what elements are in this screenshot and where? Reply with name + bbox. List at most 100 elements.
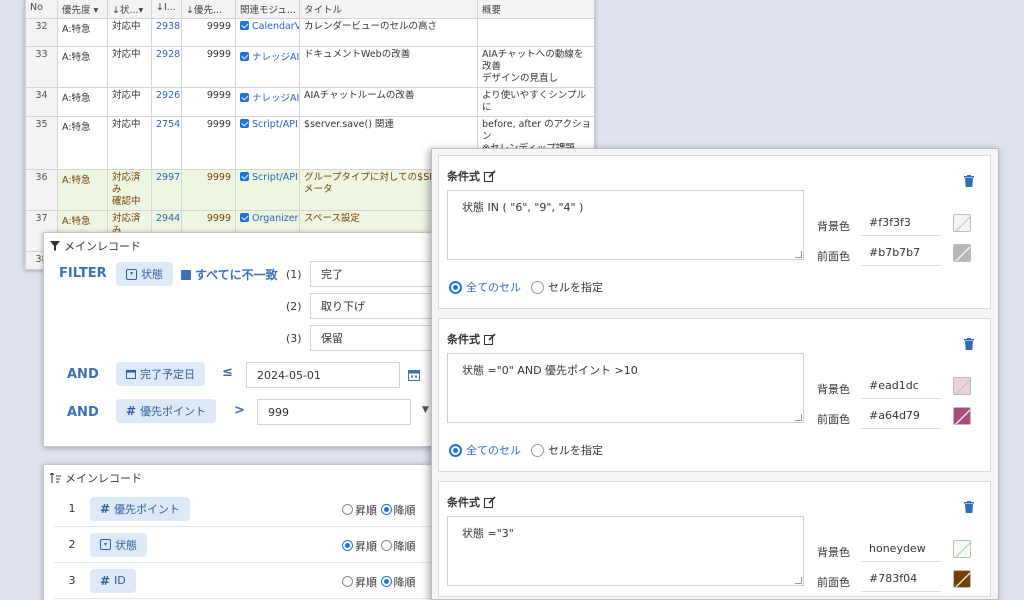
cell-id[interactable]: 2926 bbox=[151, 87, 182, 117]
filter-mode[interactable]: すべてに不一致 bbox=[181, 266, 278, 283]
edit-icon[interactable] bbox=[484, 170, 496, 182]
specify-cells-option[interactable]: セルを指定 bbox=[531, 442, 603, 458]
foreground-color-swatch[interactable] bbox=[953, 570, 971, 588]
cell-points[interactable]: 9999 bbox=[181, 169, 236, 211]
cell-status[interactable]: 対応中 bbox=[107, 116, 152, 170]
column-header-summary[interactable]: 概要 bbox=[477, 0, 594, 19]
cell-id[interactable]: 2928 bbox=[151, 46, 182, 88]
background-color-swatch[interactable] bbox=[953, 214, 971, 232]
all-cells-option[interactable]: 全てのセル bbox=[449, 279, 521, 295]
operator-lte[interactable]: ≤ bbox=[222, 365, 233, 380]
edit-icon[interactable] bbox=[484, 333, 496, 345]
sort-field[interactable]: ▾ 状態 bbox=[90, 532, 147, 557]
resize-handle-icon[interactable] bbox=[795, 577, 802, 584]
cell-priority[interactable]: A:特急 bbox=[57, 169, 108, 211]
sort-asc-option[interactable]: 昇順 bbox=[342, 576, 377, 589]
filter-field-priority-points[interactable]: # 優先ポイント bbox=[116, 399, 217, 423]
cell-status[interactable]: 対応済み 確認中 bbox=[107, 169, 152, 211]
sort-asc-option[interactable]: 昇順 bbox=[342, 540, 377, 553]
due-date-input[interactable]: 2024-05-01 bbox=[246, 362, 400, 388]
cell-summary[interactable]: より使いやすくシンプルに bbox=[477, 87, 594, 117]
trash-icon[interactable] bbox=[964, 175, 974, 187]
diagonal-icon bbox=[955, 246, 970, 261]
background-color-input[interactable]: honeydew bbox=[861, 536, 941, 562]
cell-status[interactable]: 対応中 bbox=[107, 18, 152, 47]
cell-id[interactable]: 2997 bbox=[151, 169, 182, 211]
cell-priority[interactable]: A:特急 bbox=[57, 87, 108, 117]
condition-expression-input[interactable]: 状態 IN ( "6", "9", "4" ) bbox=[447, 190, 804, 260]
cell-points[interactable]: 9999 bbox=[181, 46, 236, 88]
specify-cells-option[interactable]: セルを指定 bbox=[531, 279, 603, 295]
all-cells-option[interactable]: 全てのセル bbox=[449, 442, 521, 458]
resize-handle-icon[interactable] bbox=[795, 251, 802, 258]
cell-title[interactable]: AIAチャットルームの改善 bbox=[299, 87, 478, 117]
column-header-status[interactable]: ↓状...▾ bbox=[107, 0, 152, 19]
radio-icon bbox=[380, 540, 392, 551]
sort-order-group: 昇順 降順 bbox=[342, 502, 416, 518]
condition-expression-input[interactable]: 状態 ="0" AND 優先ポイント >10 bbox=[447, 353, 804, 423]
cell-module[interactable]: Script/API bbox=[235, 169, 300, 211]
cell-title[interactable]: カレンダービューのセルの高さ bbox=[299, 18, 478, 47]
table-row[interactable]: 33 A:特急 対応中 2928 9999 ナレッジAI ドキュメントWebの改善 AIAチャ… bbox=[25, 46, 594, 88]
sort-field[interactable]: # 優先ポイント bbox=[90, 496, 191, 521]
cell-module[interactable]: ナレッジAI bbox=[235, 46, 300, 88]
cell-status[interactable]: 対応中 bbox=[107, 46, 152, 88]
conditional-format-panel: 条件式 状態 IN ( "6", "9", "4" ) 背景色 #f3f3f3 前面色 #… bbox=[431, 148, 999, 600]
column-header-points[interactable]: ↓優先... bbox=[181, 0, 236, 19]
column-header-priority[interactable]: 優先度 ▾ bbox=[57, 0, 108, 19]
background-color-swatch[interactable] bbox=[953, 377, 971, 395]
filter-field-due-date[interactable]: 完了予定日 bbox=[116, 362, 205, 386]
sort-desc-option[interactable]: 降順 bbox=[380, 540, 416, 553]
condition-expression-input[interactable]: 状態 ="3" bbox=[447, 516, 804, 586]
foreground-color-input[interactable]: #a64d79 bbox=[861, 403, 941, 429]
background-color-input[interactable]: #ead1dc bbox=[861, 373, 941, 399]
sort-desc-option[interactable]: 降順 bbox=[380, 504, 416, 517]
trash-icon[interactable] bbox=[964, 338, 974, 350]
cell-summary[interactable]: AIAチャットへの動線を改善 デザインの見直し bbox=[477, 46, 594, 88]
sort-order-group: 昇順 降順 bbox=[342, 538, 416, 554]
cell-status[interactable]: 対応中 bbox=[107, 87, 152, 117]
table-row[interactable]: 34 A:特急 対応中 2926 9999 ナレッジAI AIAチャットルームの改善 より使い… bbox=[25, 87, 594, 117]
background-color-label: 背景色 bbox=[817, 220, 850, 233]
sort-asc-option[interactable]: 昇順 bbox=[342, 504, 377, 517]
cell-module[interactable]: Script/API bbox=[235, 116, 300, 170]
cell-priority[interactable]: A:特急 bbox=[57, 18, 108, 47]
operator-gt[interactable]: > bbox=[234, 403, 245, 418]
background-color-swatch[interactable] bbox=[953, 540, 971, 558]
filter-value-index: (1) bbox=[286, 268, 302, 281]
cell-module[interactable]: ナレッジAI bbox=[235, 87, 300, 117]
cell-points[interactable]: 9999 bbox=[181, 116, 236, 170]
filter-panel: メインレコード FILTER ▾ 状態 すべてに不一致 (1) 完了 (2) 取… bbox=[43, 232, 455, 447]
resize-handle-icon[interactable] bbox=[795, 414, 802, 421]
cell-points[interactable]: 9999 bbox=[181, 87, 236, 117]
priority-points-input[interactable]: 999 bbox=[257, 399, 411, 425]
condition-card: 条件式 状態 ="3" 背景色 honeydew 前面色 #783f04 bbox=[438, 481, 991, 597]
cell-priority[interactable]: A:特急 bbox=[57, 116, 108, 170]
cell-points[interactable]: 9999 bbox=[181, 18, 236, 47]
foreground-color-input[interactable]: #783f04 bbox=[861, 566, 941, 592]
cell-id[interactable]: 2754 bbox=[151, 116, 182, 170]
column-header-title[interactable]: タイトル bbox=[299, 0, 478, 19]
sort-desc-option[interactable]: 降順 bbox=[380, 576, 416, 589]
mode-square-icon bbox=[181, 269, 191, 280]
dropdown-caret-icon[interactable]: ▼ bbox=[422, 405, 429, 415]
cell-id[interactable]: 2938 bbox=[151, 18, 182, 47]
edit-icon[interactable] bbox=[484, 496, 496, 508]
filter-field-status[interactable]: ▾ 状態 bbox=[116, 262, 173, 286]
cell-summary[interactable] bbox=[477, 18, 594, 47]
foreground-color-swatch[interactable] bbox=[953, 244, 971, 262]
condition-card: 条件式 状態 IN ( "6", "9", "4" ) 背景色 #f3f3f3 前面色 #… bbox=[438, 155, 991, 309]
cell-title[interactable]: ドキュメントWebの改善 bbox=[299, 46, 478, 88]
column-header-module[interactable]: 関連モジュ... bbox=[235, 0, 300, 19]
foreground-color-input[interactable]: #b7b7b7 bbox=[861, 240, 941, 266]
column-header-id[interactable]: ↓I... bbox=[151, 0, 182, 19]
table-row[interactable]: 32 A:特急 対応中 2938 9999 CalendarVi カレンダービューのセルの高… bbox=[25, 18, 594, 47]
trash-icon[interactable] bbox=[964, 501, 974, 513]
column-header-no[interactable]: No bbox=[25, 0, 58, 19]
cell-priority[interactable]: A:特急 bbox=[57, 46, 108, 88]
background-color-input[interactable]: #f3f3f3 bbox=[861, 210, 941, 236]
cell-module[interactable]: CalendarVi bbox=[235, 18, 300, 47]
foreground-color-swatch[interactable] bbox=[953, 407, 971, 425]
date-picker-icon[interactable] bbox=[408, 369, 420, 381]
sort-field[interactable]: # ID bbox=[90, 568, 136, 593]
